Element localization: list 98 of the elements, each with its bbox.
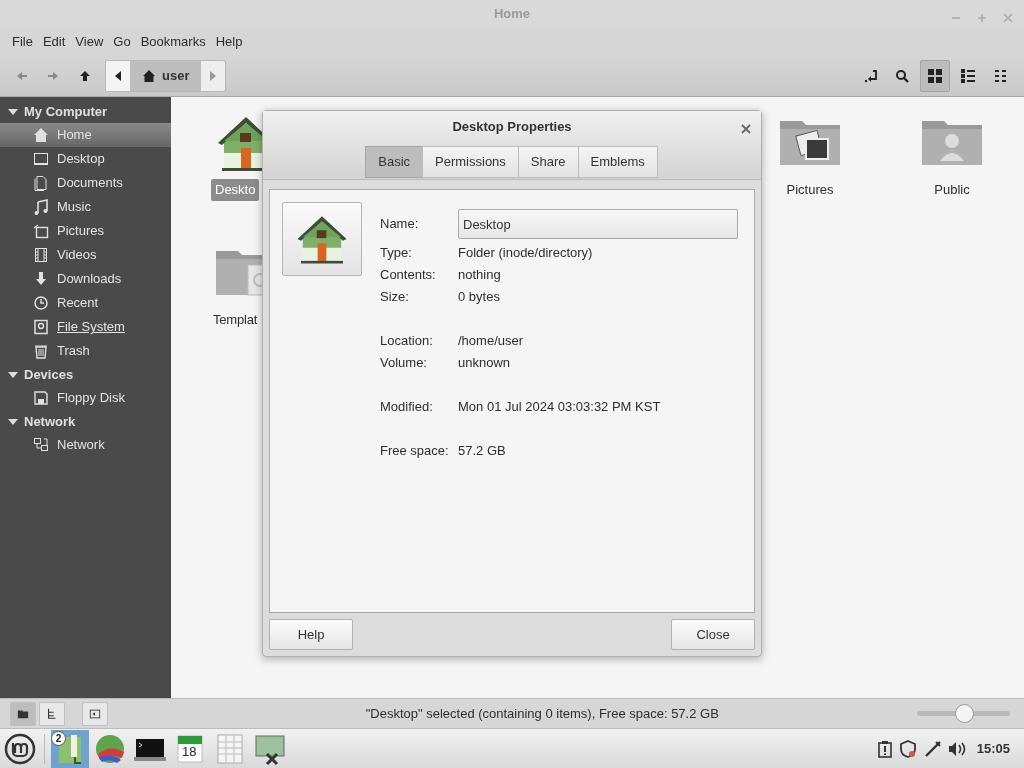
field-label: Size: <box>380 288 410 307</box>
sidebar-item[interactable]: Pictures <box>0 219 171 243</box>
caret-icon <box>210 70 217 81</box>
menu-item[interactable]: Help <box>210 31 248 52</box>
field-value: Folder (inode/directory) <box>458 244 593 263</box>
shield-icon <box>899 740 918 759</box>
sidebar-item[interactable]: Recent <box>0 291 171 315</box>
back-arrow-icon <box>16 69 28 82</box>
network-cable-icon <box>923 740 942 759</box>
icon-button[interactable] <box>282 202 362 276</box>
sidebar-item[interactable]: Network <box>0 433 171 457</box>
sidebar-item[interactable]: Trash <box>0 339 171 363</box>
home-icon <box>142 68 156 83</box>
menu-item[interactable]: Edit <box>37 31 71 52</box>
field-label: Modified: <box>380 398 434 417</box>
home-icon <box>33 127 49 143</box>
dialog-title: Desktop Properties <box>452 118 572 136</box>
status-text: "Desktop" selected (containing 0 items), Free space: 57.2 GB <box>364 704 720 723</box>
field-value: /home/user <box>458 332 524 351</box>
network-icon <box>33 437 49 453</box>
speaker-icon <box>948 741 967 758</box>
path-back-button[interactable] <box>106 60 130 91</box>
clock[interactable]: 15:05 <box>976 738 1010 759</box>
sidebar-item[interactable]: File System <box>0 315 171 339</box>
document-icon <box>33 175 49 191</box>
slider-thumb[interactable] <box>954 704 974 723</box>
photo-icon <box>33 223 49 239</box>
sidebar-toggle-button[interactable] <box>81 701 108 726</box>
file-label[interactable]: Public <box>930 179 974 201</box>
window-title: Home <box>493 5 531 24</box>
monitor-icon <box>33 151 49 167</box>
tray-icon[interactable] <box>876 738 893 759</box>
taskbar-app[interactable]: 2 <box>51 729 89 768</box>
pane-button[interactable] <box>39 701 66 726</box>
sidebar-item[interactable]: Home <box>0 123 171 147</box>
music-note-icon <box>33 199 49 215</box>
maximize-icon <box>976 11 988 24</box>
tab[interactable]: Permissions <box>422 145 519 178</box>
taskbar-app[interactable]: 18 <box>171 729 209 768</box>
trash-icon <box>33 343 49 359</box>
sidebar-heading[interactable]: My Computer <box>24 101 108 122</box>
view-mode-button[interactable] <box>919 59 950 92</box>
film-icon <box>33 247 49 263</box>
file-label[interactable]: Templat <box>211 309 262 331</box>
zoom-slider[interactable] <box>917 703 1010 724</box>
sidebar-item[interactable]: Desktop <box>0 147 171 171</box>
field-value: Mon 01 Jul 2024 03:03:32 PM KST <box>458 398 661 417</box>
pane-button[interactable] <box>10 701 36 726</box>
tab[interactable]: Emblems <box>577 145 658 178</box>
field-label: Contents: <box>380 266 437 285</box>
clipboard-alert-icon <box>876 740 893 759</box>
menu-item[interactable]: File <box>7 31 38 52</box>
field-value: nothing <box>458 266 501 285</box>
calendar-day: 18 <box>182 743 197 760</box>
name-field[interactable]: Desktop <box>458 209 738 239</box>
field-value: 57.2 GB <box>458 442 506 461</box>
sidebar-item[interactable]: Floppy Disk <box>0 386 171 410</box>
return-arrow-icon <box>864 68 878 83</box>
clock-icon <box>33 295 49 311</box>
window-count-badge: 2 <box>51 730 66 746</box>
sidebar-item[interactable]: Documents <box>0 171 171 195</box>
field-label: Location: <box>380 332 434 351</box>
panel-icon <box>88 706 101 721</box>
forward-arrow-icon <box>47 69 60 82</box>
mint-logo-icon <box>4 732 36 765</box>
sidebar-item[interactable]: Videos <box>0 243 171 267</box>
tray-icon[interactable] <box>899 738 918 759</box>
menu-item[interactable]: View <box>70 31 109 52</box>
field-value: unknown <box>458 354 511 373</box>
search-icon <box>895 68 910 83</box>
sidebar-item[interactable]: Music <box>0 195 171 219</box>
field-label: Volume: <box>380 354 428 373</box>
up-arrow-icon <box>78 69 91 82</box>
start-menu-button[interactable] <box>4 732 36 765</box>
caret-icon <box>115 70 121 81</box>
sidebar-heading[interactable]: Devices <box>24 364 74 385</box>
close-icon <box>741 123 751 134</box>
field-label: Free space: <box>380 442 450 461</box>
tray-icon[interactable] <box>923 738 942 759</box>
file-label[interactable]: Pictures <box>782 179 838 201</box>
tab[interactable]: Share <box>517 145 579 178</box>
download-icon <box>33 271 49 287</box>
field-label: Name: <box>380 215 420 234</box>
field-value: 0 bytes <box>458 288 500 307</box>
dialog-button[interactable]: Help <box>269 619 353 650</box>
grid-icon <box>926 67 943 84</box>
list-icon <box>959 67 976 84</box>
dialog-button[interactable]: Close <box>671 619 755 650</box>
menu-item[interactable]: Bookmarks <box>135 31 211 52</box>
drive-icon <box>33 319 49 335</box>
tab[interactable]: Basic <box>365 145 424 178</box>
close-icon <box>1002 11 1014 24</box>
compact-list-icon <box>993 67 1009 84</box>
sidebar-item[interactable]: Downloads <box>0 267 171 291</box>
sidebar-heading[interactable]: Network <box>24 411 76 432</box>
path-button[interactable]: user <box>130 60 202 91</box>
menu-item[interactable]: Go <box>108 31 136 52</box>
field-label: Type: <box>380 244 413 263</box>
